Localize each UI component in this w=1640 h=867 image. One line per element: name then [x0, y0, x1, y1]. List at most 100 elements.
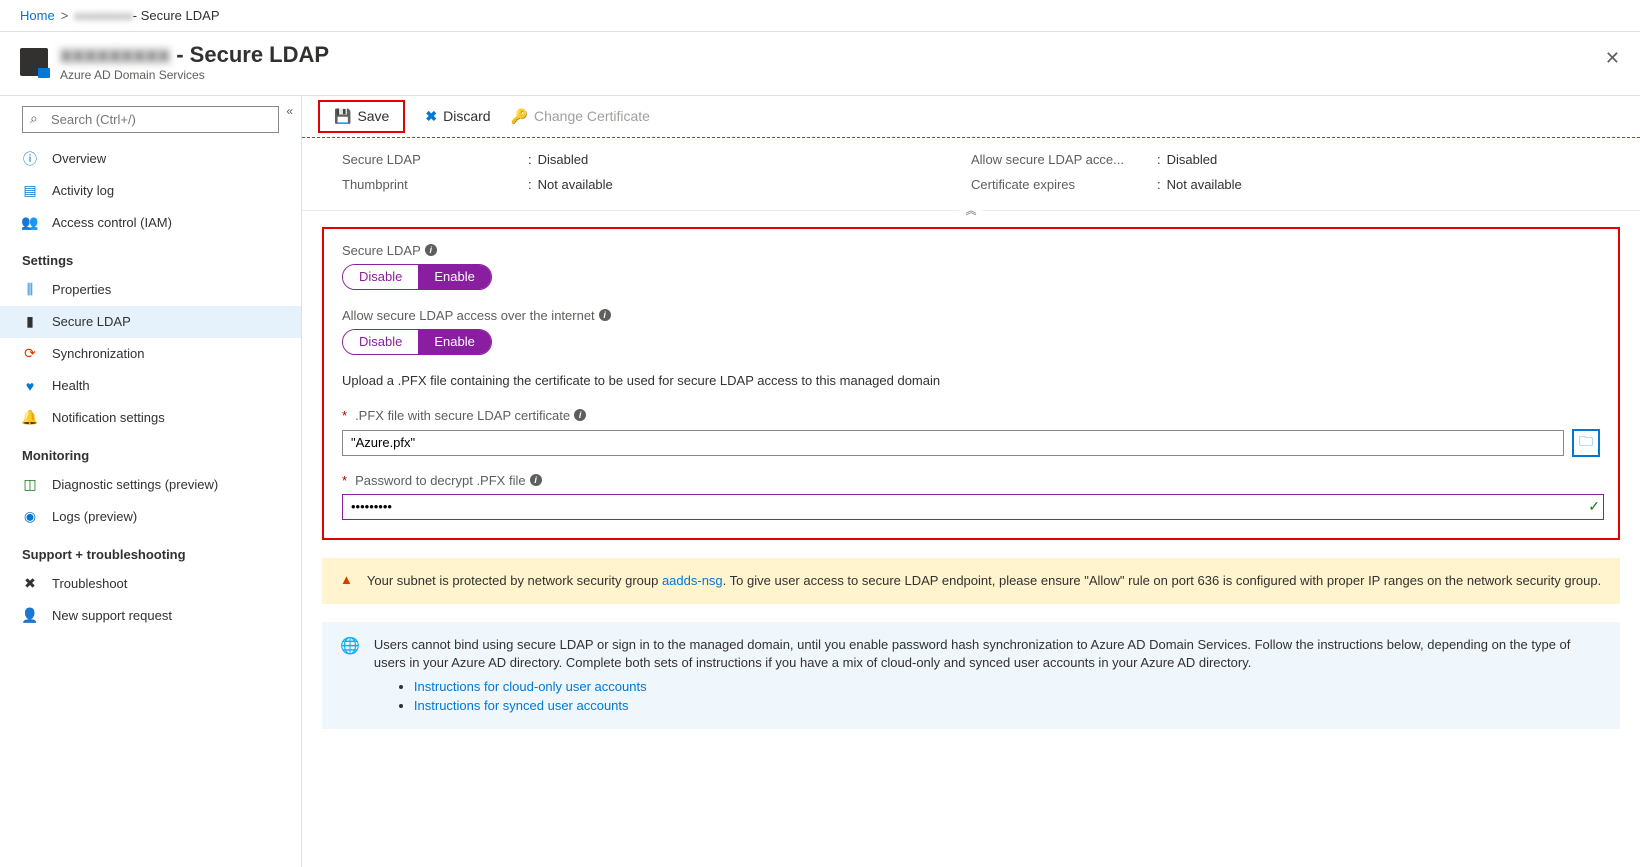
log-icon: ▤ — [22, 183, 38, 199]
collapse-info-toggle[interactable]: ︽ — [960, 202, 983, 218]
save-icon: 💾 — [334, 108, 351, 125]
sidebar-item-label: Logs (preview) — [52, 509, 137, 524]
field-label-password: * Password to decrypt .PFX file i — [342, 473, 1600, 488]
sidebar-item-diagnostic[interactable]: ◫ Diagnostic settings (preview) — [0, 469, 301, 501]
page-header: xxxxxxxxx - Secure LDAP Azure AD Domain … — [0, 32, 1640, 96]
sidebar-item-sync[interactable]: ⟳ Synchronization — [0, 338, 301, 370]
breadcrumb-current: - Secure LDAP — [133, 8, 220, 23]
toggle-secure-ldap[interactable]: Disable Enable — [342, 264, 492, 290]
sidebar-item-troubleshoot[interactable]: ✖ Troubleshoot — [0, 568, 301, 600]
sidebar-item-label: Diagnostic settings (preview) — [52, 477, 218, 492]
key-icon: 🔑 — [511, 108, 528, 125]
nsg-link[interactable]: aadds-nsg — [662, 573, 723, 588]
sync-icon: ⟳ — [22, 346, 38, 362]
sidebar-item-label: Secure LDAP — [52, 314, 131, 329]
sliders-icon: ⫼ — [22, 282, 38, 298]
warning-icon: ▲ — [340, 572, 353, 590]
warning-callout: ▲ Your subnet is protected by network se… — [322, 558, 1620, 604]
sidebar-item-health[interactable]: ♥ Health — [0, 370, 301, 402]
info-icon[interactable]: i — [574, 409, 586, 421]
field-label-allow-internet: Allow secure LDAP access over the intern… — [342, 308, 1600, 323]
sidebar-heading-monitoring: Monitoring — [0, 434, 301, 469]
sidebar-item-activity[interactable]: ▤ Activity log — [0, 175, 301, 207]
info-icon: ⓘ — [22, 151, 38, 167]
info-label-thumbprint: Thumbprint — [342, 177, 522, 192]
info-icon[interactable]: i — [530, 474, 542, 486]
breadcrumb-sep: > — [61, 8, 69, 23]
sidebar-item-iam[interactable]: 👥 Access control (IAM) — [0, 207, 301, 239]
info-callout: 🌐 Users cannot bind using secure LDAP or… — [322, 622, 1620, 729]
field-label-pfx-file: * .PFX file with secure LDAP certificate… — [342, 408, 1600, 423]
discard-button[interactable]: ✖ Discard — [425, 108, 490, 125]
sidebar-item-label: Properties — [52, 282, 111, 297]
link-synced-instructions[interactable]: Instructions for synced user accounts — [414, 698, 629, 713]
change-certificate-button[interactable]: 🔑 Change Certificate — [511, 108, 650, 125]
heart-icon: ♥ — [22, 378, 38, 394]
main-content: 💾 Save ✖ Discard 🔑 Change Certificate Se… — [302, 96, 1640, 867]
sidebar-item-secure-ldap[interactable]: ▮ Secure LDAP — [0, 306, 301, 338]
toggle-enable[interactable]: Enable — [418, 265, 490, 289]
upload-description: Upload a .PFX file containing the certif… — [342, 373, 1600, 388]
toolbar: 💾 Save ✖ Discard 🔑 Change Certificate — [302, 96, 1640, 138]
sidebar-item-overview[interactable]: ⓘ Overview — [0, 143, 301, 175]
search-input[interactable] — [22, 106, 279, 133]
sidebar-item-logs[interactable]: ◉ Logs (preview) — [0, 501, 301, 533]
info-icon[interactable]: i — [425, 244, 437, 256]
sidebar-item-label: Notification settings — [52, 410, 165, 425]
sidebar-item-notifications[interactable]: 🔔 Notification settings — [0, 402, 301, 434]
support-icon: 👤 — [22, 608, 38, 624]
sidebar-heading-support: Support + troubleshooting — [0, 533, 301, 568]
sidebar: « ⌕ ⓘ Overview ▤ Activity log 👥 Access c… — [0, 96, 302, 867]
sidebar-heading-settings: Settings — [0, 239, 301, 274]
info-label-allow: Allow secure LDAP acce... — [971, 152, 1151, 167]
info-icon[interactable]: i — [599, 309, 611, 321]
sidebar-item-properties[interactable]: ⫼ Properties — [0, 274, 301, 306]
page-title: xxxxxxxxx - Secure LDAP — [60, 42, 329, 68]
toggle-allow-internet[interactable]: Disable Enable — [342, 329, 492, 355]
info-callout-text: Users cannot bind using secure LDAP or s… — [374, 636, 1602, 672]
sidebar-item-new-request[interactable]: 👤 New support request — [0, 600, 301, 632]
info-value-cert-expires: Not available — [1167, 177, 1242, 192]
link-cloud-only-instructions[interactable]: Instructions for cloud-only user account… — [414, 679, 647, 694]
people-icon: 👥 — [22, 215, 38, 231]
chart-icon: ◫ — [22, 477, 38, 493]
service-icon — [20, 48, 48, 76]
logs-icon: ◉ — [22, 509, 38, 525]
bell-icon: 🔔 — [22, 410, 38, 426]
check-icon: ✓ — [1588, 498, 1600, 515]
discard-icon: ✖ — [425, 108, 437, 125]
warning-text: Your subnet is protected by network secu… — [367, 572, 1602, 590]
breadcrumb-home[interactable]: Home — [20, 8, 55, 23]
search-icon: ⌕ — [30, 110, 38, 127]
password-input[interactable] — [342, 494, 1604, 520]
info-value-allow: Disabled — [1167, 152, 1218, 167]
wrench-icon: ✖ — [22, 576, 38, 592]
breadcrumb-domain: xxxxxxxxx — [74, 8, 133, 23]
globe-icon: 🌐 — [340, 636, 360, 715]
form-area: Secure LDAP i Disable Enable Allow secur… — [322, 227, 1620, 540]
browse-file-button[interactable]: 🗀 — [1572, 429, 1600, 457]
toggle-disable[interactable]: Disable — [343, 330, 418, 354]
close-button[interactable]: ✕ — [1605, 48, 1620, 69]
toggle-enable[interactable]: Enable — [418, 330, 490, 354]
sidebar-item-label: Access control (IAM) — [52, 215, 172, 230]
toggle-disable[interactable]: Disable — [343, 265, 418, 289]
page-subtitle: Azure AD Domain Services — [60, 68, 329, 82]
info-value-secure-ldap: Disabled — [538, 152, 589, 167]
field-label-secure-ldap: Secure LDAP i — [342, 243, 1600, 258]
pfx-file-input[interactable] — [342, 430, 1564, 456]
sidebar-item-label: Health — [52, 378, 90, 393]
info-value-thumbprint: Not available — [538, 177, 613, 192]
sidebar-item-label: New support request — [52, 608, 172, 623]
sidebar-item-label: Troubleshoot — [52, 576, 127, 591]
info-label-cert-expires: Certificate expires — [971, 177, 1151, 192]
sidebar-item-label: Overview — [52, 151, 106, 166]
server-icon: ▮ — [22, 314, 38, 330]
info-block: Secure LDAP : Disabled Allow secure LDAP… — [302, 138, 1640, 211]
folder-icon: 🗀 — [1579, 431, 1593, 455]
breadcrumb: Home > xxxxxxxxx - Secure LDAP — [0, 0, 1640, 32]
sidebar-item-label: Activity log — [52, 183, 114, 198]
info-label-secure-ldap: Secure LDAP — [342, 152, 522, 167]
save-button[interactable]: 💾 Save — [318, 100, 405, 133]
sidebar-item-label: Synchronization — [52, 346, 145, 361]
